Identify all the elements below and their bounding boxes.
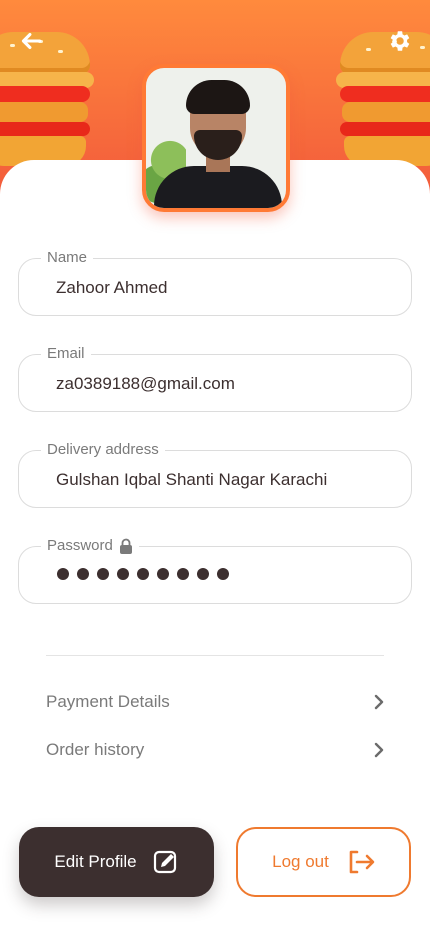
menu-item-payment-details[interactable]: Payment Details [46, 689, 386, 715]
password-dot [117, 568, 129, 580]
delivery-address-label: Delivery address [41, 441, 165, 459]
delivery-address-value: Gulshan Iqbal Shanti Nagar Karachi [56, 470, 328, 489]
edit-profile-label: Edit Profile [54, 852, 137, 871]
burger-image-right [336, 32, 430, 167]
logout-label: Log out [272, 852, 329, 871]
password-label: Password [47, 537, 113, 554]
divider [46, 655, 384, 656]
menu-item-label: Order history [46, 740, 145, 759]
password-dot [177, 568, 189, 580]
lock-icon [119, 538, 132, 554]
password-dot [197, 568, 209, 580]
edit-profile-button[interactable]: Edit Profile [19, 827, 214, 897]
avatar[interactable] [142, 64, 290, 212]
password-dot [137, 568, 149, 580]
burger-image-left [0, 32, 94, 167]
delivery-address-field[interactable]: Delivery address Gulshan Iqbal Shanti Na… [18, 441, 412, 508]
back-arrow-icon[interactable] [18, 28, 44, 54]
menu-item-order-history[interactable]: Order history [46, 737, 386, 763]
menu-item-label: Payment Details [46, 692, 170, 711]
password-value [57, 568, 229, 580]
password-dot [157, 568, 169, 580]
password-dot [97, 568, 109, 580]
password-dot [217, 568, 229, 580]
logout-icon [349, 850, 375, 874]
name-field[interactable]: Name Zahoor Ahmed [18, 249, 412, 316]
edit-note-icon [153, 850, 176, 874]
gear-icon[interactable] [386, 28, 412, 54]
chevron-right-icon [374, 742, 384, 758]
email-value: za0389188@gmail.com [56, 374, 235, 393]
email-field[interactable]: Email za0389188@gmail.com [18, 345, 412, 412]
chevron-right-icon [374, 694, 384, 710]
email-label: Email [41, 345, 91, 363]
password-field[interactable]: Password [18, 537, 412, 604]
name-label: Name [41, 249, 94, 267]
password-dot [77, 568, 89, 580]
password-label-wrap: Password [41, 537, 139, 555]
logout-button[interactable]: Log out [236, 827, 411, 897]
name-value: Zahoor Ahmed [56, 278, 168, 297]
password-dot [57, 568, 69, 580]
